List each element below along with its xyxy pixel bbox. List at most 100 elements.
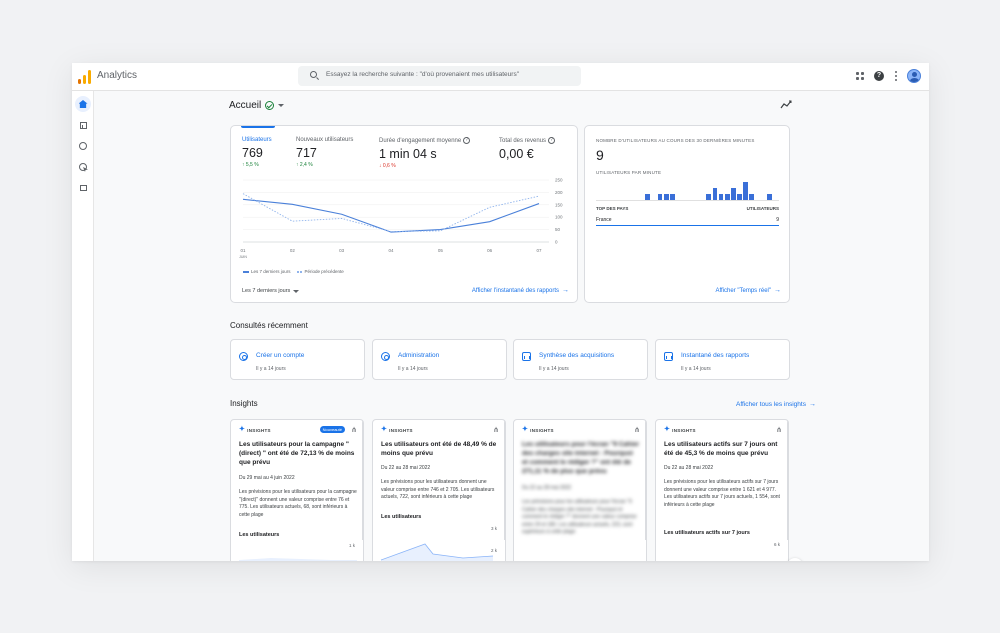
tag-label: INSIGHTS [530,427,554,433]
minute-bar[interactable] [706,194,712,200]
see-all-insights-link[interactable]: Afficher tous les insights → [736,401,816,408]
sparkle-icon: ✦ [664,426,671,433]
insight-mini-chart [239,558,357,561]
avatar[interactable] [907,69,921,83]
minute-bar[interactable] [724,194,730,200]
scrollbar[interactable] [504,420,505,540]
nav-explore[interactable] [75,138,91,154]
insights-section-title: Insights [230,399,258,408]
metric-revenue[interactable]: Total des revenus? 0,00 € [499,137,556,161]
metric-users[interactable]: Utilisateurs 769 ↑ 5,5 % [242,137,272,168]
tag-label: INSIGHTS [247,427,271,433]
share-icon[interactable]: ⋔ [493,426,499,434]
share-icon[interactable]: ⋔ [634,426,640,434]
recent-item[interactable]: Administration Il y a 14 jours [372,339,507,380]
search-bar[interactable]: Essayez la recherche suivante : "d'où pr… [298,66,581,86]
insight-body: Les prévisions pour les utilisateurs act… [664,479,780,508]
metric-label: Nouveaux utilisateurs [296,137,354,143]
insight-scale: 6 k [773,542,780,547]
insight-card[interactable]: ✦ INSIGHTS ⋔ Les utilisateurs ont été de … [372,419,506,561]
tag-label: INSIGHTS [672,427,696,433]
insight-body: Les prévisions pour les utilisateurs pou… [239,489,357,518]
x-tick-label: 03 [339,248,345,253]
legend-current: Les 7 derniers jours [243,269,291,274]
scrollbar[interactable] [645,420,646,540]
overview-report-link[interactable]: Afficher l'instantané des rapports → [472,287,569,294]
next-insights-button[interactable]: › [787,558,803,561]
gear-icon [381,352,390,361]
share-icon[interactable]: ⋔ [351,426,357,434]
insight-date: Du 22 au 28 mai 2022 [381,465,431,471]
more-vert-icon[interactable] [894,71,897,81]
insight-scale: 3 k [490,526,497,531]
metric-new-users[interactable]: Nouveaux utilisateurs 717 ↑ 2,4 % [296,137,353,168]
insight-metric: Les utilisateurs [239,532,280,538]
minute-bar[interactable] [712,188,718,200]
minute-bar[interactable] [663,194,669,200]
info-icon[interactable]: ? [548,137,556,144]
chevron-down-icon [293,289,300,293]
table-row[interactable]: France 9 [596,217,779,226]
share-icon[interactable]: ⋔ [776,426,782,434]
top-bar: Analytics Essayez la recherche suivante … [72,63,929,91]
insight-date: Du 22 au 28 mai 2022 [664,465,714,471]
recent-item[interactable]: Créer un compte Il y a 14 jours [230,339,365,380]
sparkle-icon: ✦ [239,426,246,433]
home-icon [78,100,88,108]
minute-bar[interactable] [657,194,663,200]
recent-item[interactable]: Instantané des rapports Il y a 14 jours [655,339,790,380]
page-header: Accueil [229,100,285,111]
recent-item[interactable]: Synthèse des acquisitions Il y a 14 jour… [513,339,648,380]
minute-bar[interactable] [669,194,675,200]
x-tick-label: 06 [487,248,493,253]
minute-bar[interactable] [718,194,724,200]
analytics-logo-icon[interactable] [78,70,92,84]
date-range-selector[interactable]: Les 7 derniers jours [242,288,300,294]
advertising-icon [79,163,87,171]
search-placeholder[interactable]: Essayez la recherche suivante : "d'où pr… [326,71,519,78]
series-line-1[interactable] [242,193,540,233]
insight-card[interactable]: ✦ INSIGHTS ⋔ Les utilisateurs pour l'écra… [513,419,647,561]
nav-configure[interactable] [75,180,91,196]
series-line-0[interactable] [242,198,540,233]
minute-bar[interactable] [645,194,651,200]
scrollbar[interactable] [362,420,363,540]
metric-label: Utilisateurs [242,137,272,143]
new-badge: Nouveauté [319,426,345,433]
realtime-title: NOMBRE D'UTILISATEURS AU COURS DES 30 DE… [596,138,755,143]
chevron-down-icon[interactable] [278,104,285,107]
help-icon[interactable]: ? [874,71,884,81]
minute-bar[interactable] [743,182,748,200]
minute-bar[interactable] [767,194,773,200]
insight-body: Les prévisions pour les utilisateurs pou… [522,499,637,535]
scrollbar[interactable] [787,420,788,540]
nav-advertising[interactable] [75,159,91,175]
insight-body: Les prévisions pour les utilisateurs don… [381,479,495,500]
apps-icon[interactable] [856,72,864,80]
insights-trend-icon[interactable] [780,100,792,110]
minute-bar[interactable] [749,194,754,200]
insight-tag: ✦ INSIGHTS [239,426,271,433]
country-name: France [596,217,612,223]
x-tick-label: 05 [438,248,444,253]
realtime-link[interactable]: Afficher "Temps réel" → [715,287,781,294]
nav-home[interactable] [75,96,91,112]
metric-engagement[interactable]: Durée d'engagement moyenne? 1 min 04 s ↓… [379,137,471,169]
recent-item-time: Il y a 14 jours [681,366,711,372]
per-minute-bar-chart [596,181,779,201]
minute-bar[interactable] [730,188,736,200]
insight-card[interactable]: ✦ INSIGHTS ⋔ Les utilisateurs actifs sur … [655,419,789,561]
x-tick-label: 02 [290,248,296,253]
insight-tag: ✦ INSIGHTS [664,426,696,433]
insight-card[interactable]: ✦ INSIGHTS Nouveauté ⋔ Les utilisateurs p… [230,419,364,561]
minute-bar[interactable] [736,194,742,200]
sparkle-icon: ✦ [522,426,529,433]
info-icon[interactable]: ? [463,137,471,144]
insight-tag: ✦ INSIGHTS [381,426,413,433]
tag-label: INSIGHTS [389,427,413,433]
insight-title: Les utilisateurs pour la campagne " (dir… [239,441,355,466]
metric-value: 1 min 04 s [379,147,437,161]
x-tick-label: 04 [388,248,394,253]
nav-reports[interactable] [75,117,91,133]
report-icon [522,352,531,361]
